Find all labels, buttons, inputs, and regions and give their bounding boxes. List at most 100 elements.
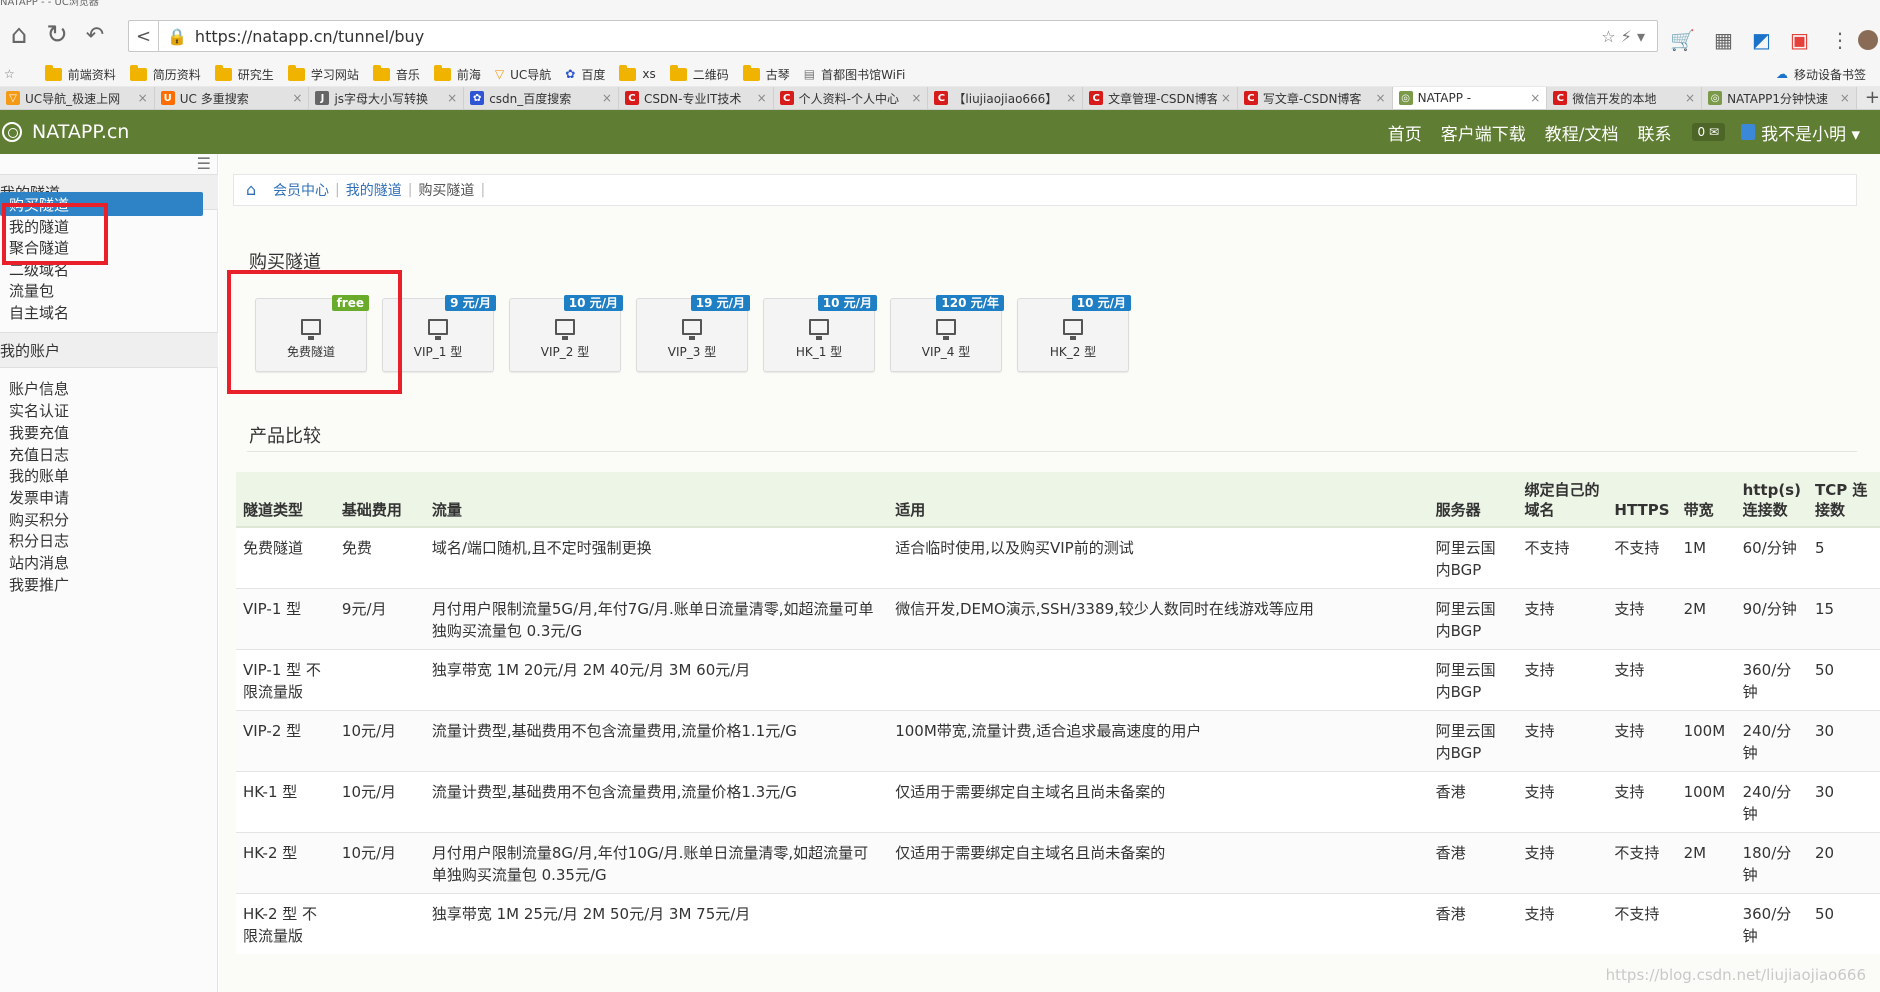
sidebar-item-points-log[interactable]: 积分日志 [9, 530, 69, 551]
tab-close-icon[interactable]: × [1685, 91, 1695, 105]
bookmark[interactable]: 古琴 [742, 64, 790, 83]
bookmark[interactable]: 前海 [433, 64, 481, 83]
bookmark[interactable]: ▤ 首都图书馆WiFi [804, 66, 906, 83]
tab-label: 【liujiaojiao666】 [953, 91, 1058, 106]
sidebar-group-account[interactable]: 我的账户 [0, 332, 218, 368]
apps-icon[interactable]: ▦ [1714, 28, 1733, 52]
tab-close-icon[interactable]: × [1840, 91, 1850, 105]
tab-favicon-icon: ▽ [6, 91, 20, 105]
news-icon[interactable]: ▣ [1790, 28, 1809, 52]
bookmark[interactable]: ✿ 百度 [565, 66, 605, 83]
plan-label: VIP_4 型 [921, 344, 971, 359]
breadcrumb-my-tunnel[interactable]: 我的隧道 [346, 180, 402, 200]
sidebar-item-promotion[interactable]: 我要推广 [9, 574, 69, 595]
home-icon[interactable]: ⌂ [0, 16, 38, 54]
tab-close-icon[interactable]: × [1221, 91, 1231, 105]
table-cell: 不支持 [1607, 893, 1677, 954]
table-cell: 支持 [1517, 588, 1608, 650]
browser-tab[interactable]: C 微信开发的本地 × [1547, 87, 1703, 109]
browser-tab[interactable]: C 【liujiaojiao666】 × [928, 87, 1084, 109]
menu-dots-icon[interactable]: ⋮ [1830, 28, 1850, 52]
back-icon[interactable]: < [129, 21, 159, 51]
browser-tab[interactable]: ◎ NATAPP - × [1392, 87, 1548, 109]
bookmark[interactable]: xs [619, 64, 656, 81]
breadcrumb-member-center[interactable]: 会员中心 [273, 180, 329, 200]
cart-icon[interactable]: 🛒 [1670, 28, 1695, 52]
sidebar-item-bills[interactable]: 我的账单 [9, 465, 69, 486]
sidebar-toggle-icon[interactable]: ☰ [197, 154, 211, 173]
new-feature-icon[interactable]: ◩ [1752, 28, 1771, 52]
sidebar-item-recharge[interactable]: 我要充值 [9, 422, 69, 443]
plan-card[interactable]: 10 元/月 VIP_2 型 [509, 295, 623, 372]
tab-close-icon[interactable]: × [602, 91, 612, 105]
table-cell: 免费 [334, 526, 425, 589]
plan-card[interactable]: 19 元/月 VIP_3 型 [636, 295, 750, 372]
new-tab-icon[interactable]: + [1865, 87, 1880, 109]
bookmark[interactable]: 二维码 [669, 64, 729, 83]
browser-tab[interactable]: C 写文章-CSDN博客 × [1237, 87, 1393, 109]
bookmark[interactable]: 简历资料 [129, 64, 201, 83]
browser-tab[interactable]: U UC 多重搜索 × [154, 87, 310, 109]
nav-docs[interactable]: 教程/文档 [1545, 120, 1619, 145]
browser-tab[interactable]: Jjs字母大小写转换 × [309, 87, 465, 109]
table-cell [1676, 893, 1736, 954]
bookmark[interactable]: ☁ 移动设备书签 [1776, 66, 1866, 83]
plan-card[interactable]: 120 元/年 VIP_4 型 [890, 295, 1004, 372]
refresh-icon[interactable]: ↻ [38, 16, 76, 54]
sidebar-item-verification[interactable]: 实名认证 [9, 400, 69, 421]
logo[interactable]: NATAPP.cn [2, 121, 129, 143]
tab-close-icon[interactable]: × [1066, 91, 1076, 105]
message-button[interactable]: 0 ✉ [1691, 123, 1726, 141]
tab-close-icon[interactable]: × [447, 91, 457, 105]
sidebar-item-traffic-pack[interactable]: 流量包 [9, 280, 54, 301]
tab-favicon-icon: C [1089, 91, 1104, 105]
table-cell: 15 [1807, 588, 1880, 650]
browser-tab[interactable]: ▽ UC导航_极速上网 × [0, 87, 155, 109]
table-cell: 30 [1807, 771, 1880, 833]
bookmark[interactable]: 音乐 [372, 64, 420, 83]
bookmark-star-icon[interactable]: ☆ [4, 67, 15, 81]
mobile-cloud-icon: ☁ [1775, 67, 1788, 81]
table-cell: 100M [1676, 710, 1736, 772]
sidebar-item-account-info[interactable]: 账户信息 [9, 378, 69, 399]
sidebar-item-custom-domain[interactable]: 自主域名 [9, 302, 69, 323]
sidebar-item-messages[interactable]: 站内消息 [9, 552, 69, 573]
table-row: VIP-2 型 10元/月 流量计费型,基础费用不包含流量费用,流量价格1.1元/G… [236, 710, 1880, 772]
sidebar-item-invoice[interactable]: 发票申请 [9, 487, 69, 508]
browser-tab[interactable]: ✿ csdn_百度搜索 × [464, 87, 619, 109]
bookmark[interactable]: 研究生 [214, 64, 274, 83]
nav-contact[interactable]: 联系 [1638, 120, 1672, 145]
bookmark[interactable]: 前端资料 [44, 64, 116, 83]
browser-tab[interactable]: C CSDN-专业IT技术 × [618, 87, 774, 109]
top-nav: 首页 客户端下载 教程/文档 联系 0 ✉ 我不是小明 ▾ [1369, 110, 1860, 154]
tab-close-icon[interactable]: × [757, 91, 767, 105]
user-menu[interactable]: 我不是小明 ▾ [1741, 120, 1860, 145]
nav-home[interactable]: 首页 [1388, 120, 1422, 145]
tab-close-icon[interactable]: × [292, 91, 302, 105]
bookmark[interactable]: ▽ UC导航 [495, 66, 551, 83]
tab-close-icon[interactable]: × [911, 91, 921, 105]
bookmark[interactable]: 学习网站 [287, 64, 359, 83]
tab-close-icon[interactable]: × [1530, 91, 1540, 105]
browser-tab[interactable]: ◎ NATAPP1分钟快速 × [1702, 87, 1857, 109]
plan-card[interactable]: 10 元/月 HK_1 型 [763, 295, 877, 372]
table-cell: 阿里云国内BGP [1428, 526, 1518, 589]
sidebar-item-recharge-log[interactable]: 充值日志 [9, 444, 69, 465]
plan-card[interactable]: 10 元/月 HK_2 型 [1017, 295, 1131, 372]
url-text[interactable]: https://natapp.cn/tunnel/buy [195, 27, 1601, 46]
undo-icon[interactable]: ↶ [76, 16, 114, 54]
divider [247, 451, 1857, 452]
bookmark-star-icon[interactable]: ☆ ⚡ ▾ [1601, 27, 1645, 46]
home-icon[interactable]: ⌂ [246, 182, 261, 198]
tab-close-icon[interactable]: × [1376, 91, 1386, 105]
uc-nav-icon: ▽ [494, 67, 505, 81]
tab-close-icon[interactable]: × [138, 91, 148, 105]
browser-tab[interactable]: C 个人资料-个人中心 × [773, 87, 929, 109]
url-bar[interactable]: < 🔒 https://natapp.cn/tunnel/buy ☆ ⚡ ▾ [128, 20, 1658, 52]
table-cell [888, 649, 1429, 711]
avatar[interactable] [1858, 30, 1878, 50]
sidebar-item-buy-points[interactable]: 购买积分 [9, 509, 69, 530]
browser-tab[interactable]: C 文章管理-CSDN博客 × [1083, 87, 1238, 109]
folder-icon [742, 64, 760, 81]
nav-client-download[interactable]: 客户端下载 [1441, 120, 1526, 145]
